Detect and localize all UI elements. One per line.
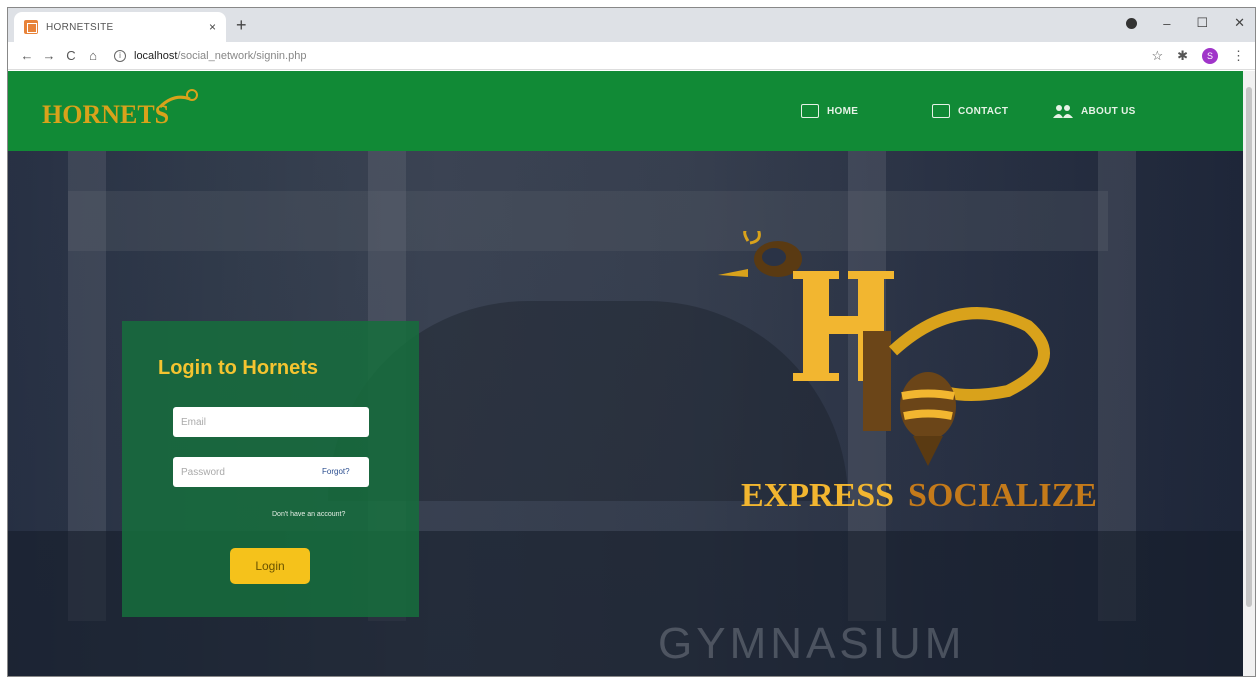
nav-contact[interactable]: CONTACT: [932, 71, 1008, 151]
page-scrollbar[interactable]: [1243, 71, 1255, 676]
login-card: Login to Hornets Forgot? Don't have an a…: [122, 321, 419, 617]
group-icon: [1053, 105, 1073, 118]
browser-window: HORNETSITE × + – ☐ ✕ ← → C ⌂ i localhost…: [7, 7, 1256, 677]
site-favicon-icon: [24, 20, 38, 34]
menu-icon[interactable]: ⋮: [1232, 48, 1245, 64]
site-navbar: HORNETS HOME CONTACT ABOUT US: [8, 71, 1244, 151]
nav-about[interactable]: ABOUT US: [1053, 71, 1136, 151]
nav-home-label: HOME: [827, 105, 859, 117]
login-title: Login to Hornets: [158, 357, 318, 379]
close-window-button[interactable]: ✕: [1234, 15, 1245, 31]
maximize-button[interactable]: ☐: [1196, 15, 1208, 31]
toolbar-actions: ☆ ✱ S ⋮: [1151, 47, 1255, 64]
nav-home[interactable]: HOME: [801, 71, 858, 151]
nav-about-label: ABOUT US: [1081, 105, 1136, 117]
browser-toolbar: ← → C ⌂ i localhost /social_network/sign…: [8, 42, 1255, 70]
background-building-text: GYMNASIUM: [658, 619, 966, 668]
svg-text:SOCIALIZE: SOCIALIZE: [908, 477, 1097, 514]
login-button[interactable]: Login: [230, 548, 310, 584]
home-button[interactable]: ⌂: [82, 48, 104, 63]
mail-icon: [932, 104, 950, 118]
address-bar[interactable]: i localhost /social_network/signin.php: [114, 45, 1151, 67]
tab-title: HORNETSITE: [46, 21, 114, 33]
hornets-logo[interactable]: HORNETS: [42, 87, 202, 137]
reload-button[interactable]: C: [60, 48, 82, 63]
scrollbar-thumb[interactable]: [1246, 87, 1252, 607]
minimize-button[interactable]: –: [1163, 16, 1170, 31]
svg-text:HORNETS: HORNETS: [42, 100, 169, 129]
home-icon: [801, 104, 819, 118]
window-controls: – ☐ ✕: [1126, 15, 1245, 31]
page-content: HORNETS HOME CONTACT ABOUT US GYMNASIUM …: [8, 71, 1244, 676]
browser-tab[interactable]: HORNETSITE ×: [14, 12, 226, 42]
svg-text:EXPRESS: EXPRESS: [741, 477, 894, 514]
bookmark-star-icon[interactable]: ☆: [1151, 48, 1163, 64]
hornets-brand-logo: EXPRESS SOCIALIZE: [718, 231, 1097, 514]
forgot-password-link[interactable]: Forgot?: [322, 467, 350, 476]
back-button[interactable]: ←: [16, 48, 38, 63]
hero-section: GYMNASIUM Login to Hornets Forgot? Don't…: [8, 151, 1244, 676]
signup-link[interactable]: Don't have an account?: [272, 511, 345, 518]
tab-strip: HORNETSITE × + – ☐ ✕: [8, 8, 1255, 42]
tab-close-icon[interactable]: ×: [209, 20, 216, 34]
url-path: /social_network/signin.php: [177, 49, 307, 62]
profile-avatar[interactable]: S: [1202, 47, 1218, 64]
url-host: localhost: [134, 49, 178, 62]
new-tab-button[interactable]: +: [236, 15, 247, 36]
extensions-icon[interactable]: ✱: [1177, 48, 1188, 64]
email-field[interactable]: [173, 407, 369, 437]
record-icon[interactable]: [1126, 17, 1138, 29]
site-info-icon[interactable]: i: [114, 49, 126, 62]
forward-button[interactable]: →: [38, 48, 60, 63]
nav-contact-label: CONTACT: [958, 105, 1009, 117]
